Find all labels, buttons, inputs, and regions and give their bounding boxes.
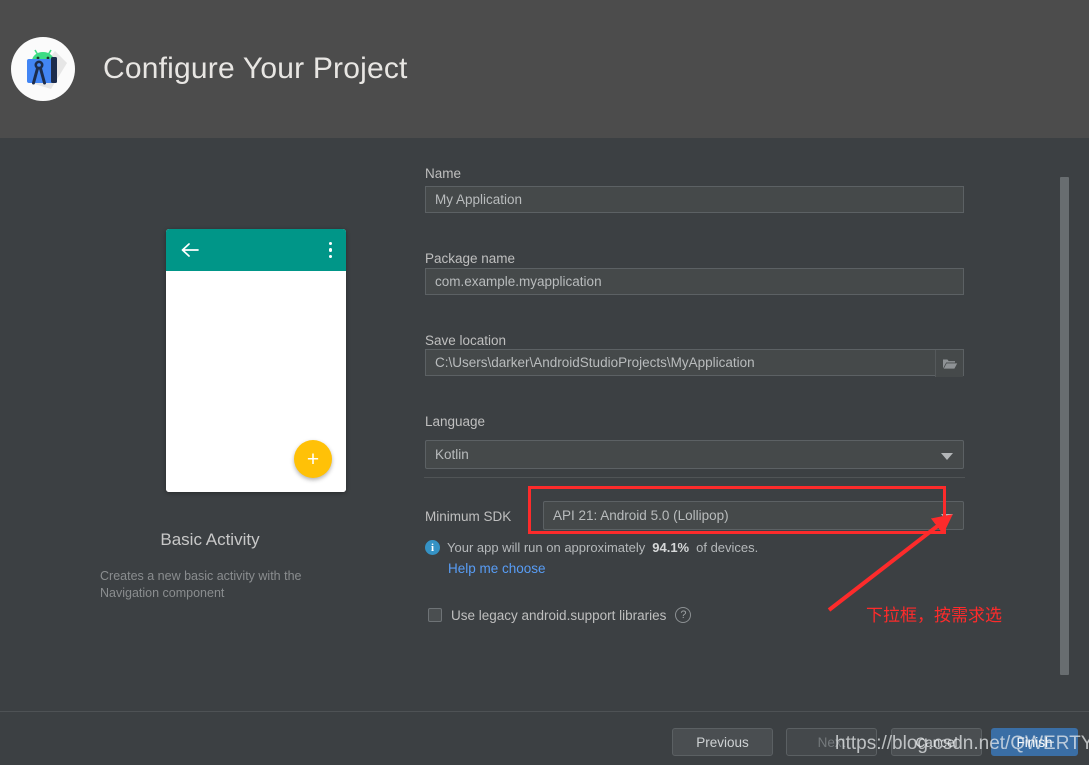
wizard-header: Configure Your Project: [0, 0, 1089, 138]
package-name-label: Package name: [425, 251, 516, 266]
template-name: Basic Activity: [160, 530, 260, 549]
preview-fab-icon: +: [294, 440, 332, 478]
device-coverage-text-before: Your app will run on approximately: [447, 540, 646, 555]
device-coverage-info: i Your app will run on approximately 94.…: [425, 540, 758, 555]
legacy-libraries-label: Use legacy android.support libraries: [451, 607, 667, 623]
help-me-choose-link[interactable]: Help me choose: [448, 561, 546, 576]
name-label: Name: [425, 166, 462, 181]
back-arrow-icon: [180, 242, 200, 258]
package-name-input[interactable]: com.example.myapplication: [425, 268, 964, 295]
legacy-libraries-row[interactable]: Use legacy android.support libraries ?: [428, 607, 692, 623]
activity-preview-image: +: [166, 229, 346, 492]
name-input[interactable]: My Application: [425, 186, 964, 213]
preview-content-area: +: [166, 271, 346, 492]
template-description: Creates a new basic activity with the Na…: [100, 569, 302, 600]
minimum-sdk-select[interactable]: API 21: Android 5.0 (Lollipop): [543, 501, 964, 530]
next-button: Next: [786, 728, 877, 756]
language-select[interactable]: Kotlin: [425, 440, 964, 469]
device-coverage-text-after: of devices.: [696, 540, 759, 555]
wizard-footer: Previous Next Cancel Finish: [0, 711, 1089, 765]
previous-button[interactable]: Previous: [672, 728, 773, 756]
minimum-sdk-label: Minimum SDK: [425, 509, 512, 524]
language-value: Kotlin: [435, 447, 469, 462]
scrollbar-thumb[interactable]: [1060, 177, 1069, 675]
save-location-label: Save location: [425, 333, 507, 348]
section-divider: [424, 477, 965, 478]
preview-appbar: [166, 229, 346, 271]
page-title: Configure Your Project: [103, 52, 408, 85]
cancel-button[interactable]: Cancel: [891, 728, 982, 756]
chevron-down-icon: [941, 513, 953, 521]
language-label: Language: [425, 414, 486, 429]
save-location-input[interactable]: C:\Users\darker\AndroidStudioProjects\My…: [425, 349, 964, 376]
finish-button[interactable]: Finish: [991, 728, 1078, 756]
minimum-sdk-value: API 21: Android 5.0 (Lollipop): [553, 508, 729, 523]
form-scrollbar[interactable]: [1060, 164, 1069, 704]
overflow-menu-icon: [328, 241, 332, 259]
annotation-callout-text: 下拉框，按需求选: [866, 606, 1002, 625]
folder-open-icon[interactable]: [935, 350, 963, 377]
template-preview-panel: + Basic Activity Creates a new basic act…: [0, 138, 420, 711]
question-mark-icon[interactable]: ?: [675, 607, 692, 623]
chevron-down-icon: [941, 452, 953, 460]
configure-project-wizard: Configure Your Project + Basic Activity …: [0, 0, 1089, 765]
android-studio-logo-icon: [11, 37, 75, 101]
legacy-libraries-checkbox[interactable]: [428, 608, 442, 622]
device-coverage-percent: 94.1%: [652, 540, 690, 555]
info-icon: i: [425, 540, 440, 555]
